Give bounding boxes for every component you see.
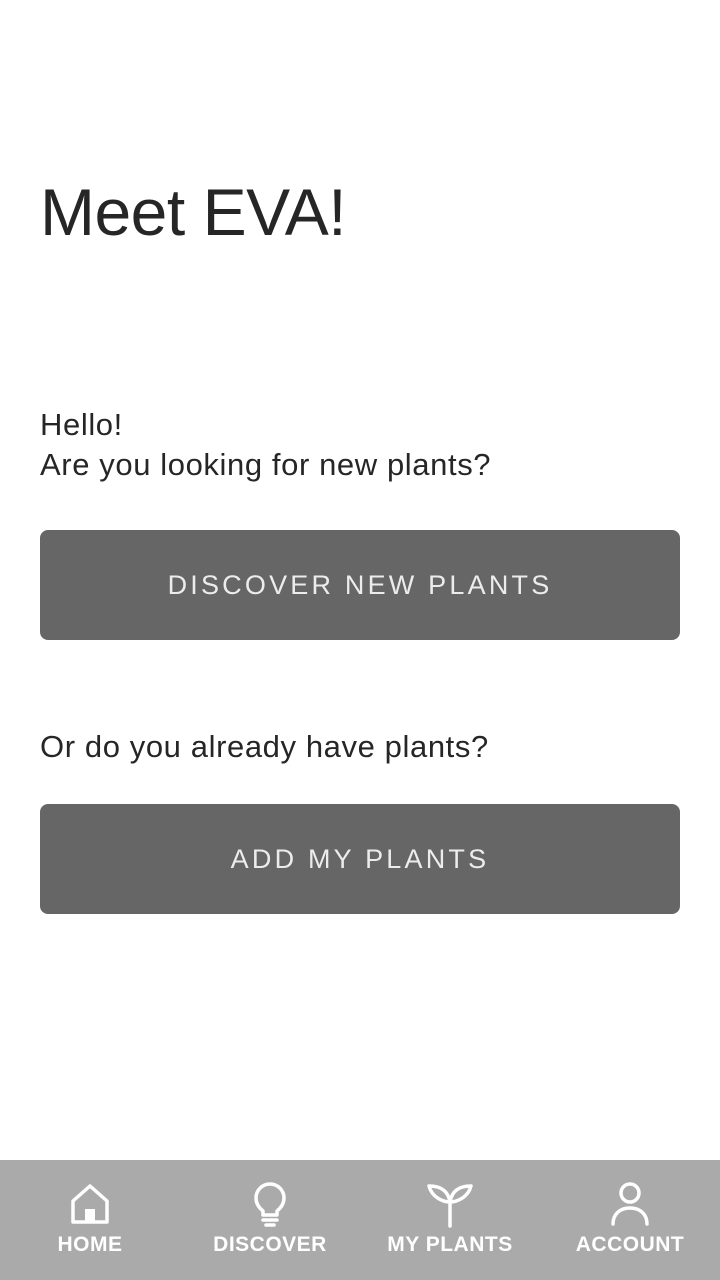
nav-label-my-plants: MY PLANTS [387,1233,513,1256]
nav-item-discover[interactable]: DISCOVER [180,1160,360,1280]
bottom-navigation: HOME DISCOVER MY PLANTS ACCOUNT [0,1160,720,1280]
add-my-plants-button[interactable]: ADD MY PLANTS [40,804,680,914]
page-title: Meet EVA! [40,175,347,249]
home-icon [66,1180,114,1228]
greeting-text: Hello! [40,407,123,442]
discover-new-plants-button[interactable]: DISCOVER NEW PLANTS [40,530,680,640]
person-icon [606,1180,654,1228]
looking-for-plants-text: Are you looking for new plants? [40,447,492,482]
nav-item-account[interactable]: ACCOUNT [540,1160,720,1280]
nav-label-account: ACCOUNT [575,1233,685,1256]
lightbulb-icon [246,1180,294,1228]
nav-label-discover: DISCOVER [213,1233,327,1256]
add-my-plants-label: ADD MY PLANTS [230,843,490,874]
sprout-icon [426,1180,474,1228]
intro-text: Hello! Are you looking for new plants? [40,405,491,485]
nav-label-home: HOME [57,1233,123,1256]
nav-item-home[interactable]: HOME [0,1160,180,1280]
discover-new-plants-label: DISCOVER NEW PLANTS [167,569,553,600]
already-have-plants-text: Or do you already have plants? [40,729,489,764]
nav-item-my-plants[interactable]: MY PLANTS [360,1160,540,1280]
